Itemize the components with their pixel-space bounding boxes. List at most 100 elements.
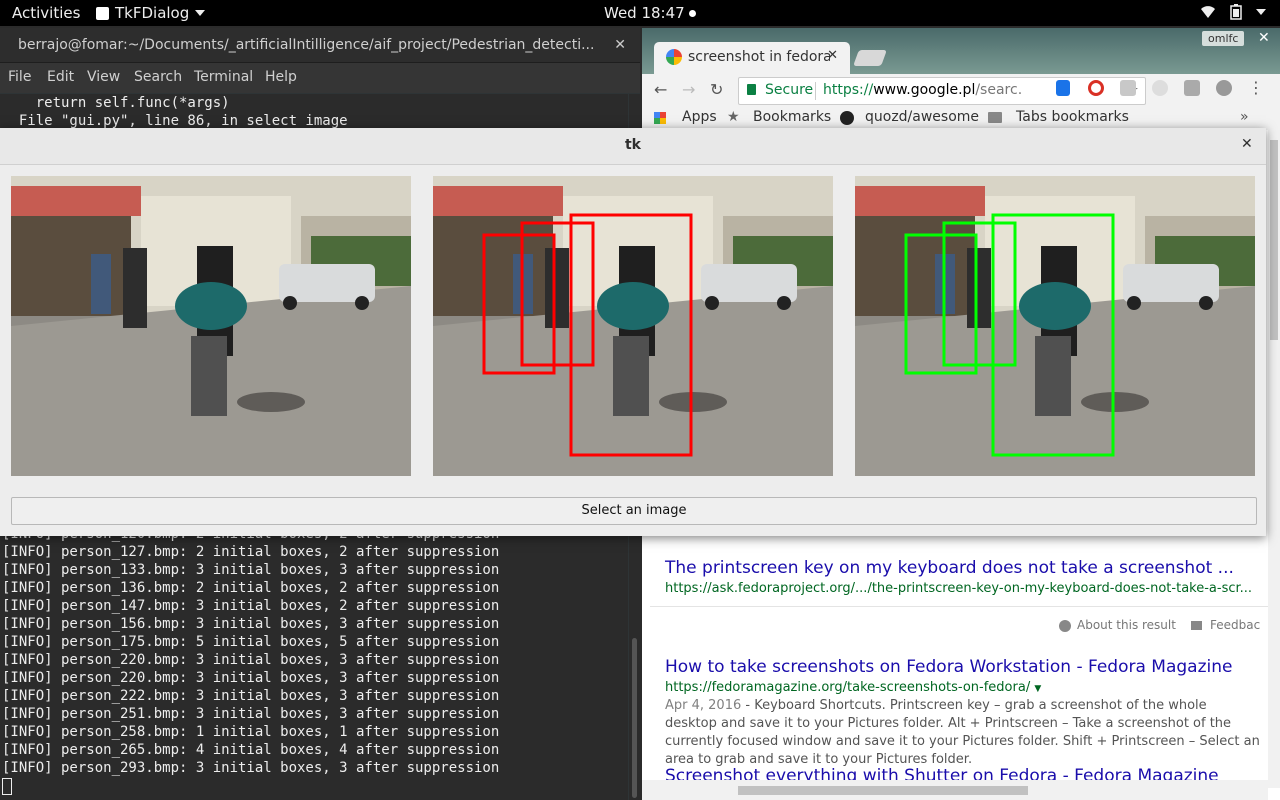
reload-icon[interactable]: ↻ [710,80,723,99]
menu-file[interactable]: File [8,69,31,85]
chrome-menu-icon[interactable]: ⋮ [1248,78,1264,97]
feedback-label: Feedbac [1210,618,1261,632]
terminal-line: [INFO] person_251.bmp: 3 initial boxes, … [2,706,500,722]
profile-badge[interactable]: omlfc [1202,31,1245,46]
folder-icon [988,112,1002,123]
menu-help[interactable]: Help [265,69,297,85]
tk-app-icon [96,6,109,20]
tk-titlebar[interactable]: tk ✕ [0,128,1266,165]
scrollbar-thumb[interactable] [632,638,637,798]
about-result-link[interactable]: About this result [1059,618,1176,632]
street-photo [855,176,1255,476]
clock[interactable]: Wed 18:47 [604,4,696,22]
original-image [11,176,411,476]
extension-sync-icon[interactable] [1216,80,1232,96]
close-icon[interactable]: ✕ [1241,136,1253,152]
terminal-line: [INFO] person_156.bmp: 3 initial boxes, … [2,616,500,632]
card-divider [650,606,1268,607]
system-tray[interactable] [1200,4,1266,20]
result-date: Apr 4, 2016 [665,698,742,713]
address-bar[interactable]: Secure https://www.google.pl/searc... ☆ [738,77,1146,105]
terminal-title: berrajo@fomar:~/Documents/_artificialInt… [18,37,595,53]
url-prefix: https:// [823,82,874,98]
close-tab-icon[interactable]: ✕ [827,48,838,63]
app-menu-label: TkFDialog [115,4,190,22]
google-favicon-icon [666,49,682,65]
terminal-line: [INFO] person_136.bmp: 2 initial boxes, … [2,580,500,596]
close-icon[interactable]: ✕ [1258,30,1270,46]
terminal-line: [INFO] person_220.bmp: 3 initial boxes, … [2,652,500,668]
page-horizontal-scrollbar[interactable] [642,780,1268,800]
feedback-icon [1191,621,1202,630]
feedback-link[interactable]: Feedbac [1191,618,1260,632]
extension-opera-icon[interactable] [1088,80,1104,96]
terminal-line: [INFO] person_265.bmp: 4 initial boxes, … [2,742,500,758]
clock-label: Wed 18:47 [604,4,685,22]
chrome-toolbar: ← → ↻ Secure https://www.google.pl/searc… [642,74,1280,106]
activities-button[interactable]: Activities [12,4,80,22]
bookmark-tabs-folder[interactable]: Tabs bookmarks [1016,109,1129,125]
terminal-cursor [2,778,12,795]
street-photo [11,176,411,476]
result-title[interactable]: How to take screenshots on Fedora Workst… [665,657,1232,677]
gnome-top-bar: Activities TkFDialog Wed 18:47 [0,0,1280,26]
page-scrollbar[interactable] [1268,130,1280,788]
extension-hand-icon[interactable] [1056,80,1070,96]
help-icon [1059,619,1071,632]
result-snippet-text: - Keyboard Shortcuts. Printscreen key – … [665,698,1260,767]
overflow-chevron-icon[interactable]: » [1240,109,1249,125]
terminal-line: [INFO] person_220.bmp: 3 initial boxes, … [2,670,500,686]
notification-dot-icon [688,10,696,17]
terminal-line: [INFO] person_147.bmp: 3 initial boxes, … [2,598,500,614]
terminal-line: [INFO] person_133.bmp: 3 initial boxes, … [2,562,500,578]
extension-photo-icon[interactable] [1184,80,1200,96]
wifi-icon [1201,6,1215,18]
chrome-tabstrip: screenshot in fedora ✕ omlfc ✕ [642,28,1280,74]
street-photo [433,176,833,476]
forward-arrow-icon[interactable]: → [682,80,695,99]
power-menu-icon [1256,9,1266,15]
browser-tab[interactable]: screenshot in fedora ✕ [654,42,850,74]
app-menu[interactable]: TkFDialog [96,4,206,22]
apps-grid-icon [654,112,666,124]
terminal-line: return self.func(*args) [2,95,230,111]
bookmark-apps[interactable]: Apps [682,109,717,125]
tab-title: screenshot in fedora [688,49,830,65]
url-path: /searc... [975,82,1023,98]
menu-terminal[interactable]: Terminal [194,69,253,85]
url-text: https://www.google.pl/searc... [823,82,1023,98]
extension-dropbox-icon[interactable] [1120,80,1136,96]
select-image-button[interactable]: Select an image [11,497,1257,525]
url-host: www.google.pl [873,82,976,98]
scrollbar-thumb[interactable] [738,786,1028,795]
result-snippet: Apr 4, 2016 - Keyboard Shortcuts. Prints… [665,697,1261,769]
dialog-title: tk [624,137,641,153]
tk-dialog: tk ✕ Select an image [0,128,1266,536]
extension-shield-icon[interactable] [1152,80,1168,96]
github-icon [840,111,854,125]
result-url[interactable]: https://ask.fedoraproject.org/.../the-pr… [665,581,1252,596]
menu-search[interactable]: Search [134,69,182,85]
terminal-line: [INFO] person_175.bmp: 5 initial boxes, … [2,634,500,650]
terminal-titlebar[interactable]: berrajo@fomar:~/Documents/_artificialInt… [0,28,640,63]
caret-down-icon[interactable]: ▼ [1034,684,1041,694]
new-tab-button[interactable] [853,50,887,66]
menu-view[interactable]: View [87,69,120,85]
chevron-down-icon [195,10,206,16]
secure-label: Secure [765,82,814,98]
scrollbar-thumb[interactable] [1270,140,1278,340]
back-arrow-icon[interactable]: ← [654,80,667,99]
lock-icon [747,84,756,95]
terminal-line: [INFO] person_258.bmp: 1 initial boxes, … [2,724,500,740]
raw-detections-image [433,176,833,476]
bookmark-awesome[interactable]: quozd/awesome [865,109,979,125]
terminal-line: [INFO] person_127.bmp: 2 initial boxes, … [2,544,500,560]
result-url[interactable]: https://fedoramagazine.org/take-screensh… [665,680,1041,695]
menu-edit[interactable]: Edit [47,69,74,85]
bookmark-bookmarks[interactable]: Bookmarks [753,109,831,125]
result-title[interactable]: The printscreen key on my keyboard does … [665,558,1234,578]
close-icon[interactable]: ✕ [614,28,626,62]
terminal-line: [INFO] person_222.bmp: 3 initial boxes, … [2,688,500,704]
terminal-menubar: File Edit View Search Terminal Help [0,63,640,93]
about-result-label: About this result [1077,618,1176,632]
